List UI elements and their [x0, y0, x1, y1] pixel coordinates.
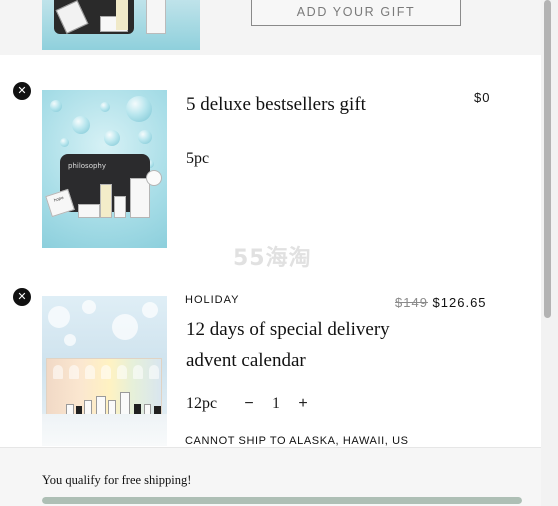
item-title-line2[interactable]: advent calendar: [186, 345, 306, 376]
remove-item-close-icon[interactable]: ✕: [13, 288, 31, 306]
scrollbar-thumb[interactable]: [544, 0, 551, 318]
deluxe-gift-product-image: philosophy hope: [42, 90, 167, 248]
watermark-logo: 55海淘: [233, 246, 312, 271]
item-piece-count: 5pc: [186, 150, 210, 167]
free-shipping-message: You qualify for free shipping!: [42, 473, 192, 487]
quantity-value: 1: [272, 395, 280, 412]
gift-thumbnail-image: [42, 0, 200, 50]
original-price: $149: [395, 295, 428, 310]
item-piece-count: 12pc: [186, 395, 218, 412]
progress-fill: [42, 497, 522, 504]
increment-button[interactable]: +: [295, 395, 311, 413]
item-price: $0: [474, 90, 491, 105]
sale-price: $126.65: [432, 295, 487, 310]
quantity-stepper: − 1 +: [241, 394, 311, 414]
item-title[interactable]: 12 days of special delivery: [186, 314, 390, 345]
item-title[interactable]: 5 deluxe bestsellers gift: [186, 89, 366, 120]
free-shipping-progress-bar: [42, 497, 522, 504]
cart-footer: You qualify for free shipping!: [0, 447, 541, 506]
remove-item-close-icon[interactable]: ✕: [13, 82, 31, 100]
decrement-button[interactable]: −: [241, 395, 257, 413]
item-category: HOLIDAY: [185, 294, 240, 306]
shipping-restriction-note: CANNOT SHIP TO ALASKA, HAWAII, US: [185, 435, 409, 447]
advent-calendar-product-image: [42, 296, 167, 446]
item-price: $149 $126.65: [395, 295, 487, 310]
top-gift-strip: ADD YOUR GIFT: [0, 0, 541, 55]
add-your-gift-button[interactable]: ADD YOUR GIFT: [251, 0, 461, 26]
